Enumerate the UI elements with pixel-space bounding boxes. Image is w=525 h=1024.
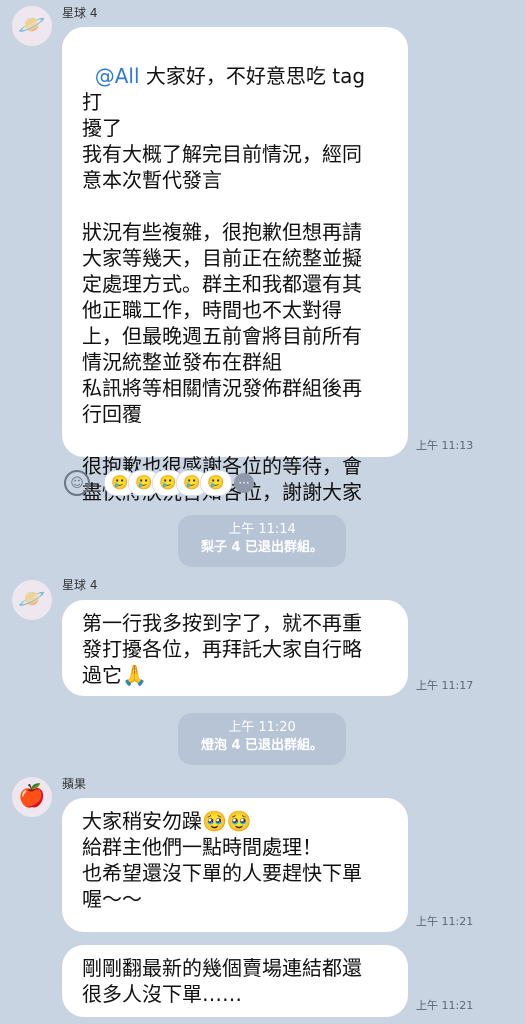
message-bubble[interactable]: 剛剛翻最新的幾個賣場連結都還 很多人沒下單…… bbox=[62, 945, 408, 1017]
apple-icon: 🍎 bbox=[18, 784, 46, 809]
system-time: 上午 11:20 bbox=[228, 720, 296, 735]
message-time: 上午 11:17 bbox=[416, 679, 474, 692]
message-bubble[interactable]: 第一行我多按到字了，就不再重 發打擾各位，再拜託大家自行略 過它🙏 bbox=[62, 600, 408, 696]
avatar[interactable]: 🪐 bbox=[12, 580, 52, 620]
planet-icon: 🪐 bbox=[18, 13, 46, 38]
system-text: 燈泡 4 已退出群組。 bbox=[200, 738, 324, 753]
mention-link[interactable]: @All bbox=[95, 64, 140, 88]
system-notice: 上午 11:14 梨子 4 已退出群組。 bbox=[178, 515, 346, 567]
reaction-emoji-icon: 🥲 bbox=[200, 470, 232, 496]
sender-name: 蘋果 bbox=[62, 777, 87, 791]
message-bubble[interactable]: @All 大家好，不好意思吃 tag 打 擾了 我有大概了解完目前情況，經同 意… bbox=[62, 27, 408, 504]
more-reactions-icon[interactable]: ··· bbox=[234, 473, 254, 493]
planet-icon: 🪐 bbox=[18, 587, 46, 612]
avatar[interactable]: 🪐 bbox=[12, 6, 52, 46]
system-time: 上午 11:14 bbox=[228, 522, 296, 537]
system-notice: 上午 11:20 燈泡 4 已退出群組。 bbox=[178, 713, 346, 765]
message-time: 上午 11:21 bbox=[416, 999, 474, 1012]
smiley-icon[interactable]: ☺ bbox=[64, 470, 90, 496]
message-text: 大家好，不好意思吃 tag 打 擾了 我有大概了解完目前情況，經同 意本次暫代發… bbox=[82, 64, 366, 504]
reaction-list[interactable]: 🥲 🥲 🥲 🥲 🥲 ··· bbox=[104, 469, 254, 497]
avatar[interactable]: 🍎 bbox=[12, 777, 52, 817]
sender-name: 星球 4 bbox=[62, 6, 98, 20]
message-time: 上午 11:13 bbox=[416, 439, 474, 452]
system-text: 梨子 4 已退出群組。 bbox=[200, 540, 324, 555]
message-time: 上午 11:21 bbox=[416, 915, 474, 928]
message-bubble[interactable]: 大家稍安勿躁🥹🥹 給群主他們一點時間處理！ 也希望還沒下單的人要趕快下單 喔～～ bbox=[62, 798, 408, 932]
sender-name: 星球 4 bbox=[62, 578, 98, 592]
